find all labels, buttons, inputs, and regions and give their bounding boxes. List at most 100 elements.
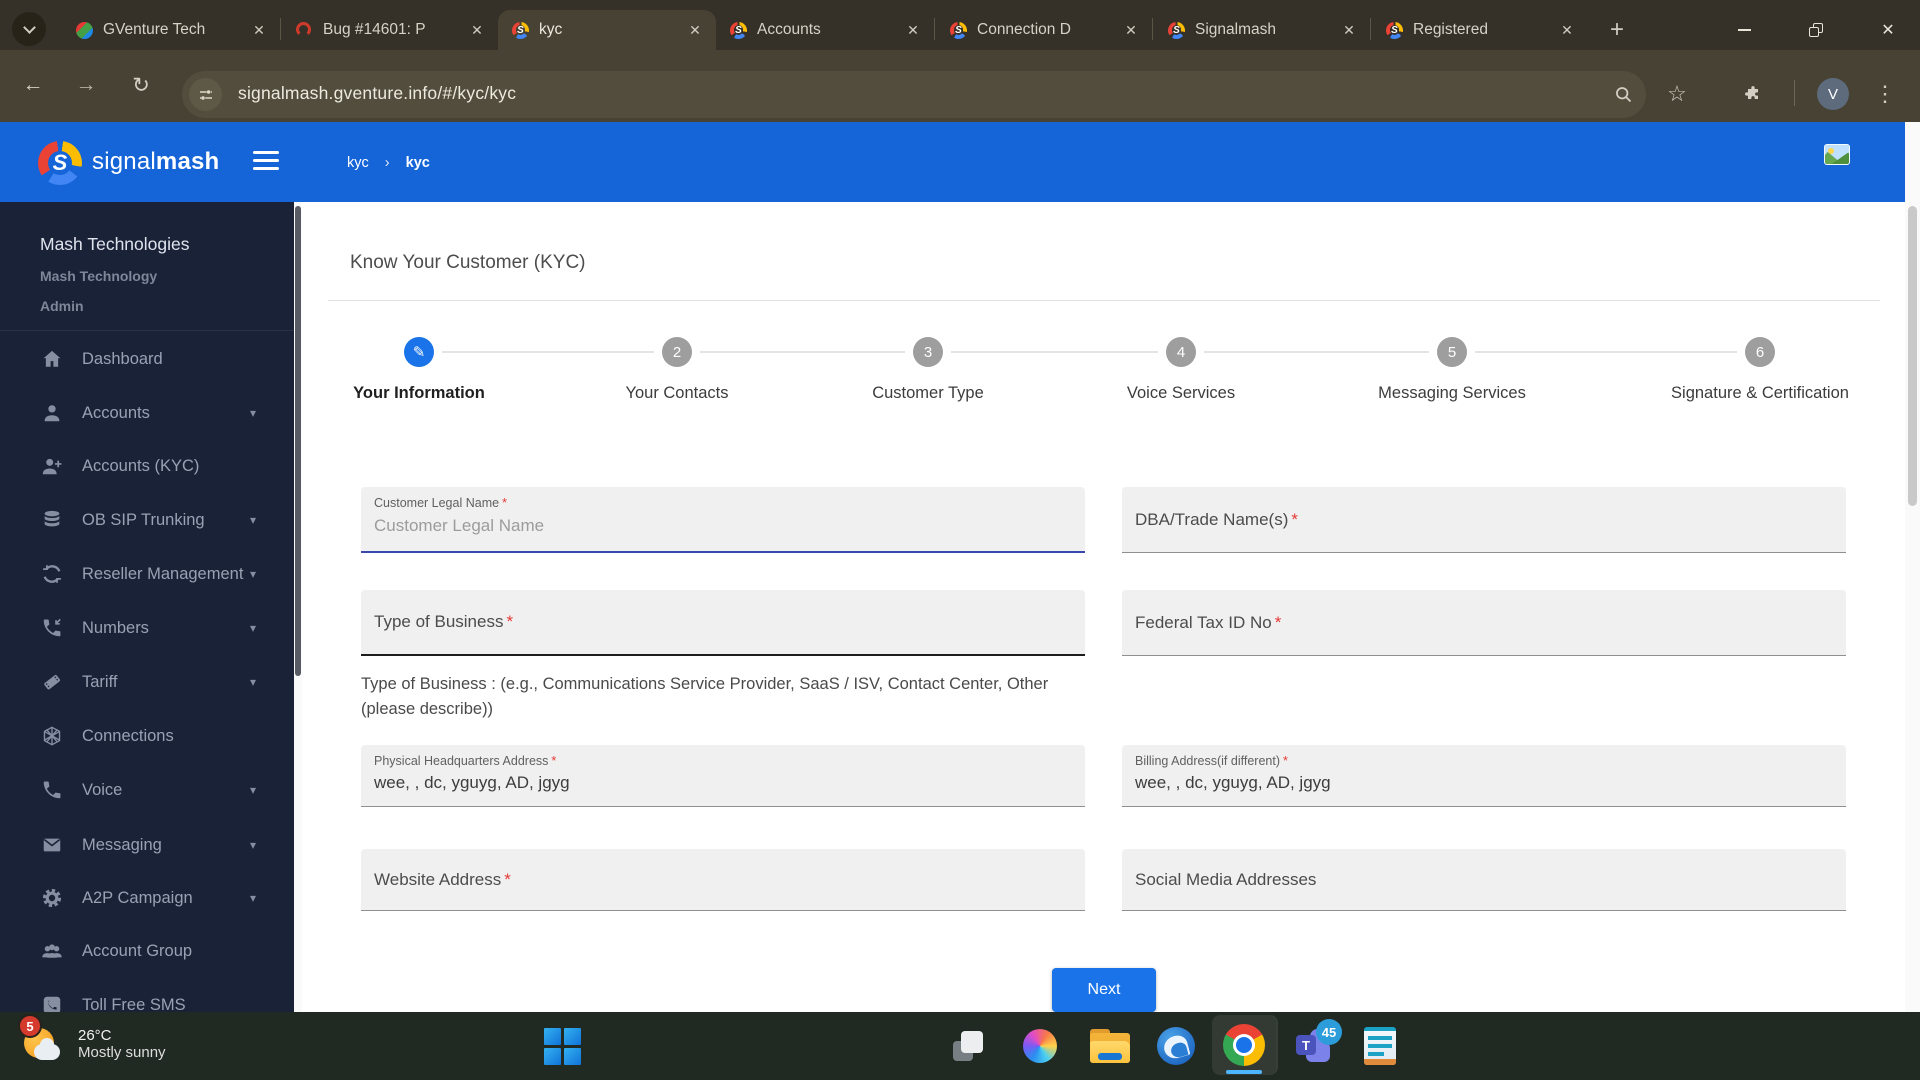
step-3-circle[interactable]: 3: [913, 337, 943, 367]
customer-legal-name-field[interactable]: Customer Legal Name * Customer Legal Name: [361, 487, 1085, 553]
sidebar-scrollbar[interactable]: [294, 202, 302, 1012]
sidebar-toggle-hamburger-icon[interactable]: [253, 151, 279, 170]
thunderbird-button[interactable]: [1154, 1025, 1198, 1067]
sidebar-item-reseller-management[interactable]: Reseller Management ▾: [0, 547, 294, 601]
teams-button[interactable]: T 45: [1292, 1019, 1342, 1067]
page-scrollbar[interactable]: [1905, 122, 1920, 1012]
sidebar-item-messaging[interactable]: Messaging ▾: [0, 818, 294, 872]
close-window-button[interactable]: ✕: [1868, 14, 1908, 46]
tab-close-icon[interactable]: ✕: [902, 19, 924, 41]
tab-signalmash[interactable]: S Signalmash ✕: [1154, 10, 1370, 50]
breadcrumb-kyc-1[interactable]: kyc: [347, 155, 369, 171]
start-button[interactable]: [543, 1027, 581, 1065]
type-of-business-field[interactable]: Type of Business *: [361, 590, 1085, 656]
breadcrumb-kyc-2[interactable]: kyc: [406, 155, 430, 171]
tab-bug-14601[interactable]: Bug #14601: P ✕: [282, 10, 498, 50]
file-explorer-icon: [1090, 1029, 1130, 1063]
header-image-icon[interactable]: [1824, 144, 1850, 165]
next-button[interactable]: Next: [1052, 968, 1156, 1012]
task-view-button[interactable]: [948, 1026, 988, 1066]
chrome-taskbar-button[interactable]: [1212, 1015, 1276, 1075]
step-4-circle[interactable]: 4: [1166, 337, 1196, 367]
app-header: S signalmash kyc › kyc: [0, 122, 1905, 202]
step-1-circle[interactable]: ✎: [404, 337, 434, 367]
tab-close-icon[interactable]: ✕: [684, 19, 706, 41]
tab-close-icon[interactable]: ✕: [1120, 19, 1142, 41]
field-label: Type of Business *: [374, 612, 514, 631]
minimize-button[interactable]: [1724, 14, 1764, 46]
sidebar-item-a2p-campaign[interactable]: A2P Campaign ▾: [0, 871, 294, 925]
step-connector: [1204, 351, 1429, 353]
website-address-field[interactable]: Website Address *: [361, 849, 1085, 911]
sidebar-scrollbar-thumb[interactable]: [295, 206, 301, 676]
notepad-button[interactable]: [1358, 1024, 1402, 1068]
chevron-down-icon: ▾: [249, 621, 256, 635]
signalmash-logo-icon: S: [38, 141, 82, 185]
billing-address-field[interactable]: Billing Address(if different) * wee, , dc…: [1122, 745, 1846, 807]
sidebar-item-accounts[interactable]: Accounts ▾: [0, 386, 294, 440]
step-2-circle[interactable]: 2: [662, 337, 692, 367]
tab-close-icon[interactable]: ✕: [248, 19, 270, 41]
sidebar-item-voice[interactable]: Voice ▾: [0, 763, 294, 817]
weather-temp: 26°C: [78, 1027, 112, 1044]
sidebar-item-toll-free-sms[interactable]: Toll Free SMS: [0, 978, 294, 1012]
title-divider: [328, 300, 1880, 301]
sidebar-item-connections[interactable]: Connections: [0, 709, 294, 763]
url-text[interactable]: signalmash.gventure.info/#/kyc/kyc: [238, 83, 516, 104]
tab-title: Signalmash: [1195, 21, 1276, 38]
site-permissions-chip[interactable]: [189, 78, 222, 111]
new-tab-button[interactable]: +: [1600, 13, 1634, 47]
sidebar-item-ob-sip-trunking[interactable]: OB SIP Trunking ▾: [0, 493, 294, 547]
tab-search-button[interactable]: [12, 12, 46, 46]
phone-incoming-icon: [40, 616, 64, 640]
tab-accounts[interactable]: S Accounts ✕: [716, 10, 934, 50]
federal-tax-id-field[interactable]: Federal Tax ID No *: [1122, 590, 1846, 656]
sidebar-item-accounts-kyc[interactable]: Accounts (KYC): [0, 439, 294, 493]
browser-tabstrip: GVenture Tech ✕ Bug #14601: P ✕ S kyc ✕ …: [0, 0, 1920, 50]
back-button[interactable]: ←: [15, 67, 51, 103]
browser-menu-kebab-icon[interactable]: ⋮: [1868, 77, 1902, 111]
tab-divider: [934, 18, 935, 40]
sidebar-divider: [0, 330, 294, 331]
sidebar-item-dashboard[interactable]: Dashboard: [0, 332, 294, 386]
step-5-circle[interactable]: 5: [1437, 337, 1467, 367]
tab-close-icon[interactable]: ✕: [1556, 19, 1578, 41]
profile-avatar[interactable]: V: [1817, 78, 1849, 110]
forward-button[interactable]: →: [68, 67, 104, 103]
field-label: Federal Tax ID No *: [1135, 612, 1282, 632]
field-label: Physical Headquarters Address *: [374, 754, 557, 768]
tab-close-icon[interactable]: ✕: [466, 19, 488, 41]
step-6-circle[interactable]: 6: [1745, 337, 1775, 367]
tab-close-icon[interactable]: ✕: [1338, 19, 1360, 41]
social-media-field[interactable]: Social Media Addresses: [1122, 849, 1846, 911]
breadcrumb: kyc › kyc: [347, 155, 430, 171]
tab-kyc-active[interactable]: S kyc ✕: [498, 10, 716, 50]
reload-button[interactable]: ↻: [123, 67, 159, 103]
tab-registered[interactable]: S Registered ✕: [1372, 10, 1588, 50]
weather-widget[interactable]: 5 26°C Mostly sunny: [18, 1014, 166, 1070]
physical-hq-address-field[interactable]: Physical Headquarters Address * wee, , dc…: [361, 745, 1085, 807]
zoom-search-icon[interactable]: [1606, 77, 1640, 111]
tab-connection[interactable]: S Connection D ✕: [936, 10, 1152, 50]
sidebar-item-account-group[interactable]: Account Group: [0, 924, 294, 978]
bookmark-star-icon[interactable]: ☆: [1660, 77, 1694, 111]
chrome-icon: [1223, 1024, 1265, 1066]
notepad-icon: [1364, 1027, 1396, 1065]
toolbar-divider: [1794, 80, 1795, 106]
teams-notification-badge: 45: [1316, 1019, 1342, 1045]
field-label: Social Media Addresses: [1135, 869, 1317, 889]
extensions-icon[interactable]: [1736, 77, 1770, 111]
step-6-label: Signature & Certification: [1671, 384, 1849, 402]
phone-square-icon: [40, 993, 64, 1012]
file-explorer-button[interactable]: [1088, 1025, 1132, 1067]
dba-trade-name-field[interactable]: DBA/Trade Name(s) *: [1122, 487, 1846, 553]
signalmash-favicon-icon: S: [512, 21, 529, 39]
restore-button[interactable]: [1796, 14, 1836, 46]
sidebar-item-numbers[interactable]: Numbers ▾: [0, 601, 294, 655]
page-scrollbar-thumb[interactable]: [1908, 206, 1917, 506]
sidebar-item-tariff[interactable]: Tariff ▾: [0, 655, 294, 709]
signalmash-logo-text: signalmash: [92, 148, 220, 175]
copilot-button[interactable]: [1020, 1026, 1060, 1066]
tab-gventure[interactable]: GVenture Tech ✕: [62, 10, 280, 50]
windows-logo-icon: [543, 1027, 581, 1065]
